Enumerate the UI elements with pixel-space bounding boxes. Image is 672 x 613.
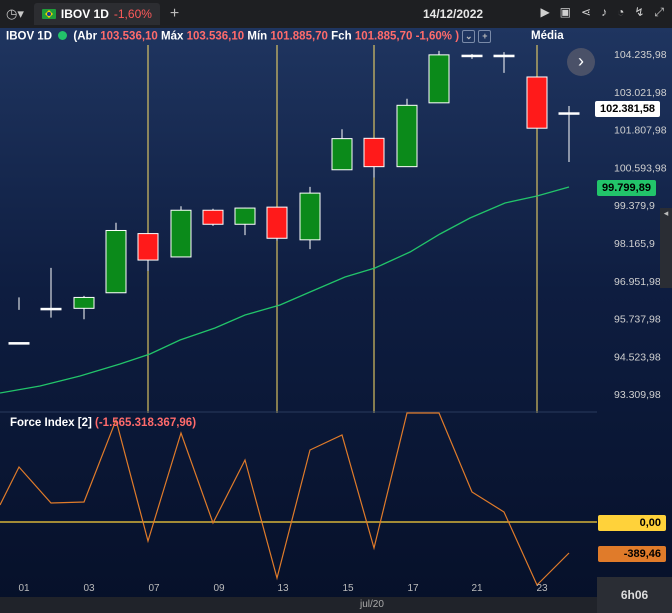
price-axis-tick: 96.951,98 xyxy=(614,276,661,288)
info-symbol: IBOV 1D xyxy=(6,30,53,43)
abr-label: (Abr xyxy=(73,30,98,43)
collapse-icon[interactable]: ⌄ xyxy=(462,30,476,43)
x-axis-tick: 13 xyxy=(277,583,289,594)
min-value: 101.885,70 xyxy=(270,30,328,43)
price-axis-tick: 103.021,98 xyxy=(614,87,667,99)
x-axis-tick: 15 xyxy=(342,583,354,594)
candle-body xyxy=(266,206,288,239)
candle-body xyxy=(396,104,418,168)
x-axis-tick: 23 xyxy=(536,583,548,594)
candle-body xyxy=(558,112,580,115)
price-axis-tick: 99.379,9 xyxy=(614,200,655,212)
price-axis-tick: 94.523,98 xyxy=(614,351,661,363)
candle-body xyxy=(234,207,256,225)
fi-title: Force Index [2] xyxy=(10,417,92,429)
candle-body xyxy=(428,54,450,104)
max-label: Máx xyxy=(161,30,184,43)
fch-value: 101.885,70 -1,60% ) xyxy=(354,30,460,43)
last-price-box: 102.381,58 xyxy=(595,101,661,117)
time-scrollbar[interactable] xyxy=(0,597,672,613)
fi-zero-box: 0,00 xyxy=(598,515,666,531)
force-index-label: Force Index [2] (-1.565.318.367,96) xyxy=(10,417,196,429)
price-chart[interactable]: 104.235,98 103.021,98 101.807,98 100.593,98… xyxy=(0,0,672,613)
min-label: Mín xyxy=(247,30,268,43)
candle-body xyxy=(170,209,192,258)
x-axis-tick: 07 xyxy=(148,583,160,594)
status-dot-icon xyxy=(58,30,68,40)
abr-value: 103.536,10 xyxy=(100,30,158,43)
candle-body xyxy=(299,192,321,241)
price-axis-tick: 98.165,9 xyxy=(614,238,655,250)
candle-body xyxy=(202,209,224,225)
candle-body xyxy=(493,54,515,58)
price-axis-tick: 104.235,98 xyxy=(614,49,667,61)
media-label: Média xyxy=(531,30,564,42)
chevron-right-icon[interactable]: › xyxy=(567,48,595,76)
candle-body xyxy=(137,233,159,261)
candle-body xyxy=(105,229,127,294)
x-axis-tick: 09 xyxy=(213,583,225,594)
candle-body xyxy=(8,342,30,345)
candle-body xyxy=(40,307,62,311)
x-axis-tick: 17 xyxy=(407,583,419,594)
x-axis-tick: 21 xyxy=(471,583,483,594)
fi-current-box: -389,46 xyxy=(598,546,666,562)
candle-body xyxy=(331,138,353,171)
x-axis-tick: 03 xyxy=(83,583,95,594)
ohlc-info: IBOV 1D (Abr 103.536,10 Máx 103.536,10 M… xyxy=(6,30,492,43)
side-collapse-handle[interactable]: ◂ xyxy=(660,208,672,288)
timeframe-label: 6h06 xyxy=(597,577,672,613)
fch-label: Fch xyxy=(331,30,352,43)
candle-body xyxy=(73,296,95,309)
price-axis-tick: 93.309,98 xyxy=(614,389,661,401)
price-axis-tick: 95.737,98 xyxy=(614,314,661,326)
add-indicator-icon[interactable]: + xyxy=(478,30,492,43)
candle-body xyxy=(363,137,385,168)
force-index-line xyxy=(0,412,570,587)
price-axis-tick: 100.593,98 xyxy=(614,162,667,174)
month-label: jul/20 xyxy=(360,599,384,610)
candle-body xyxy=(461,54,483,58)
candle-body xyxy=(526,76,548,129)
x-axis-tick: 01 xyxy=(18,583,30,594)
ma-price-box: 99.799,89 xyxy=(597,180,656,196)
max-value: 103.536,10 xyxy=(186,30,245,43)
price-axis-tick: 101.807,98 xyxy=(614,125,667,137)
fi-value: (-1.565.318.367,96) xyxy=(95,417,197,429)
